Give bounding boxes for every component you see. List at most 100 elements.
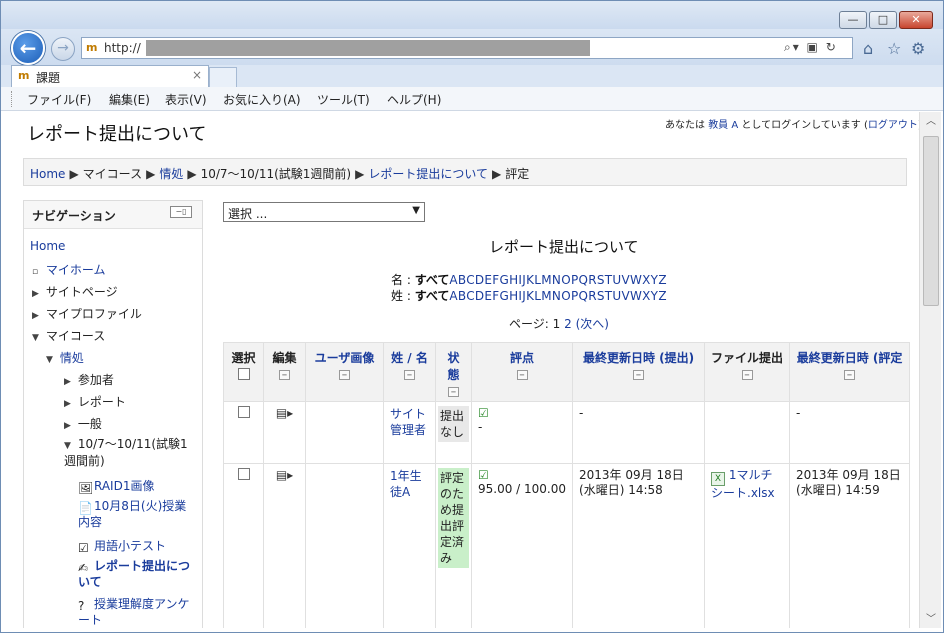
lastname-letters[interactable]: ABCDEFGHIJKLMNOPQRSTUVWXYZ [449,289,666,303]
row-checkbox[interactable] [237,406,250,418]
hide-column-icon[interactable]: − [741,370,753,380]
image-file-icon: 🖼 [78,481,94,495]
firstname-letters[interactable]: ABCDEFGHIJKLMNOPQRSTUVWXYZ [449,273,666,287]
settings-gear-icon[interactable]: ⚙ [911,39,925,58]
nav-mycourses-row[interactable]: ▼ マイコース [32,327,105,344]
header-user-picture-label[interactable]: ユーザ画像 [315,351,375,365]
nav-participants-row[interactable]: ▶ 参加者 [64,371,114,388]
paging-next[interactable]: (次へ) [576,317,609,331]
grading-action-select[interactable]: 選択 ... ▼ [223,202,425,222]
grade-edit-icon[interactable]: ☑ [478,468,489,482]
nav-raid[interactable]: RAID1画像 [94,479,154,493]
address-bar[interactable]: m http:// ⌕▾ ▣ ↻ [81,37,853,59]
menu-tools[interactable]: ツール(T) [317,91,370,108]
scroll-down-icon[interactable]: ﹀ [920,610,942,628]
maximize-button[interactable]: □ [869,11,897,29]
nav-week-row[interactable]: ▼ 10/7〜10/11(試験1週間前) [64,437,194,469]
paging-page-2[interactable]: 2 [564,317,572,331]
row-checkbox[interactable] [237,468,250,480]
hide-column-icon[interactable]: − [633,370,645,380]
user-name-link[interactable]: 1年生徒A [390,469,422,499]
nav-myprofile-row[interactable]: ▶ マイプロファイル [32,305,142,322]
hide-column-icon[interactable]: − [448,387,459,397]
new-tab-button[interactable] [209,67,237,87]
row-graded-cell: - [789,401,911,464]
login-user-link[interactable]: 教員 A [708,120,738,131]
forward-arrow-icon: → [57,40,69,56]
breadcrumb-home[interactable]: Home [30,167,65,181]
breadcrumb-assignment[interactable]: レポート提出について [368,167,488,181]
scroll-thumb[interactable] [923,136,939,306]
minimize-button[interactable]: — [839,11,867,29]
select-all-checkbox[interactable] [237,368,250,380]
paging-label: ページ: [509,317,549,331]
grade-edit-icon[interactable]: ☑ [478,406,489,420]
firstname-all[interactable]: すべて [415,273,450,287]
back-arrow-icon: ← [19,36,37,60]
edit-menu-icon[interactable]: ▤▸ [276,468,293,482]
nav-report[interactable]: レポート提出について [78,559,190,589]
forward-button[interactable]: → [51,37,75,61]
nav-raid-row[interactable]: 🖼RAID1画像 [78,477,154,495]
scroll-up-icon[interactable]: ︿ [920,112,942,130]
header-graded-at: 最終更新日時 (評定 − [789,342,911,402]
home-icon[interactable]: ⌂ [863,39,873,58]
menu-file[interactable]: ファイル(F) [27,91,91,108]
header-status-label[interactable]: 状態 [447,351,459,382]
nav-course-row[interactable]: ▼ 情処 [46,349,84,366]
hide-column-icon[interactable]: − [516,370,528,380]
nav-course[interactable]: 情処 [60,351,84,365]
menu-edit[interactable]: 編集(E) [109,91,150,108]
edit-menu-icon[interactable]: ▤▸ [276,406,293,420]
address-tools[interactable]: ⌕▾ ▣ ↻ [784,40,838,55]
hide-column-icon[interactable]: − [339,370,350,380]
hide-column-icon[interactable]: − [404,370,415,380]
tab-close-icon[interactable]: × [192,68,202,82]
user-name-link[interactable]: サイト管理者 [390,407,426,437]
lastname-all[interactable]: すべて [415,289,450,303]
nav-quiz-row[interactable]: ☑ 用語小テスト [78,537,166,555]
menu-favorites[interactable]: お気に入り(A) [223,91,301,108]
header-name: 姓 / 名 − [383,342,436,402]
nav-lecture-row[interactable]: 📄10月8日(火)授業内容 [78,499,196,530]
tab-assignment[interactable]: m 課題 × [11,65,209,87]
page-title: レポート提出について [27,124,207,145]
status-text: 提出なし [438,406,469,442]
header-graded-at-label[interactable]: 最終更新日時 (評定 [797,351,903,365]
nav-survey-row[interactable]: ? 授業理解度アンケート [78,597,196,628]
header-name-label[interactable]: 姓 / 名 [391,351,428,365]
vertical-scrollbar[interactable]: ︿ ﹀ [919,112,941,628]
favorites-star-icon[interactable]: ☆ [887,39,901,58]
hide-column-icon[interactable]: − [279,370,290,380]
nav-reports-row[interactable]: ▶ レポート [64,393,126,410]
nav-myhome-row: ▫ マイホーム [32,261,105,278]
nav-general-row[interactable]: ▶ 一般 [64,415,102,432]
nav-home[interactable]: Home [30,239,65,253]
menu-help[interactable]: ヘルプ(H) [387,91,441,108]
hide-column-icon[interactable]: − [844,370,856,380]
header-grade: 評点 − [470,342,574,402]
menu-view[interactable]: 表示(V) [165,91,207,108]
row-name-cell: サイト管理者 [383,401,436,464]
nav-myhome[interactable]: マイホーム [46,263,106,277]
nav-survey[interactable]: 授業理解度アンケート [78,597,190,627]
logout-link[interactable]: ログアウト [868,120,918,131]
nav-myprofile: マイプロファイル [45,307,142,321]
header-last-modified-label[interactable]: 最終更新日時 (提出) [583,351,694,365]
block-dock-icon[interactable]: −▯ [170,206,192,218]
nav-quiz[interactable]: 用語小テスト [94,539,166,553]
nav-sitepages-row[interactable]: ▶ サイトページ [32,283,118,300]
breadcrumb-mycourses: マイコース [82,167,143,181]
collapse-triangle-icon: ▼ [46,355,53,365]
assignment-title: レポート提出について [489,238,639,256]
nav-general: 一般 [77,417,102,431]
breadcrumb-course[interactable]: 情処 [159,167,183,181]
nav-report-row[interactable]: ✍ レポート提出について [78,559,196,590]
back-button[interactable]: ← [11,31,45,65]
nav-lecture[interactable]: 10月8日(火)授業内容 [78,499,186,529]
close-button[interactable]: ✕ [899,11,933,29]
header-select: 選択 [223,342,264,402]
collapse-triangle-icon: ▼ [64,441,71,451]
header-grade-label[interactable]: 評点 [510,351,534,365]
header-edit: 編集 − [263,342,306,402]
